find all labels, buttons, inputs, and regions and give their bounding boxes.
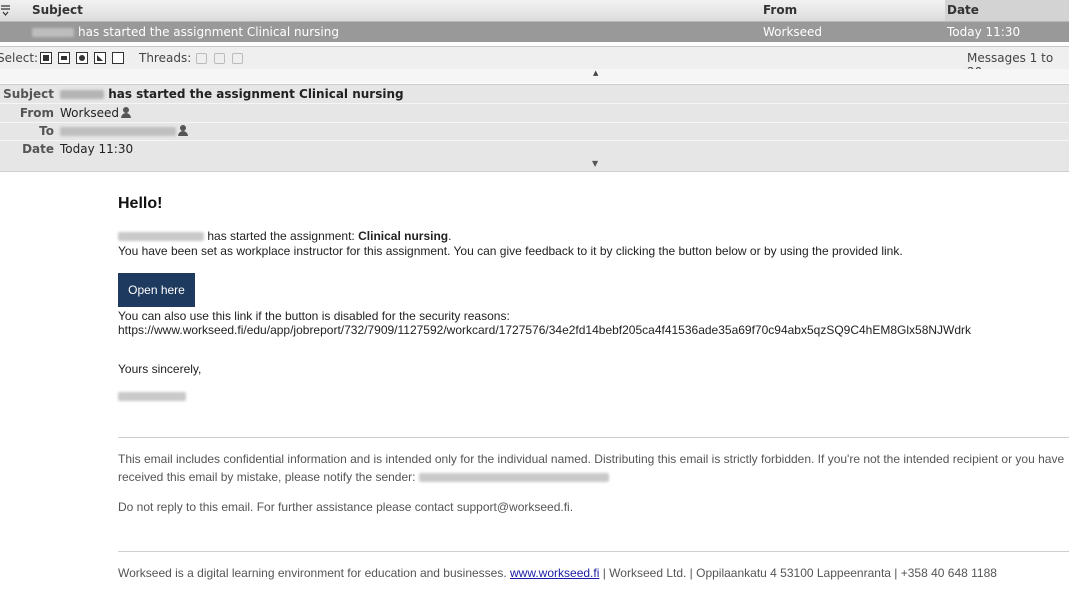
header-date-value: Today 11:30 xyxy=(60,142,134,156)
redacted-student-name xyxy=(118,232,204,242)
signature-redacted xyxy=(118,389,186,403)
header-subject-label: Subject xyxy=(3,87,54,101)
header-to-row: To xyxy=(0,122,1069,141)
footer-website-link[interactable]: www.workseed.fi xyxy=(510,566,599,580)
select-current-page-icon[interactable] xyxy=(58,52,70,64)
assignment-name: Clinical nursing xyxy=(358,229,449,243)
threads-all-icon[interactable] xyxy=(196,53,207,64)
confidential-notice: This email includes confidential informa… xyxy=(118,450,1069,486)
divider-1 xyxy=(118,437,1069,438)
header-subject-value: has started the assignment Clinical nurs… xyxy=(60,87,404,101)
confidential-line-1: This email includes confidential informa… xyxy=(118,452,1065,466)
greeting: Hello! xyxy=(118,195,163,212)
row-subject: has started the assignment Clinical nurs… xyxy=(78,25,339,39)
row-from: Workseed xyxy=(763,25,823,39)
column-subject[interactable]: Subject xyxy=(32,3,83,17)
open-here-button[interactable]: Open here xyxy=(118,273,195,307)
list-toolbar: Select: Threads: Messages 1 to 20 xyxy=(0,46,1069,79)
period: . xyxy=(448,229,452,243)
contact-icon-to[interactable] xyxy=(178,125,188,136)
header-date-label: Date xyxy=(22,142,54,156)
select-invert-icon[interactable] xyxy=(94,52,106,64)
select-none-icon[interactable] xyxy=(112,52,124,64)
footer-company-info: | Workseed Ltd. | Oppilaankatu 4 53100 L… xyxy=(602,566,997,580)
header-date-row: Date Today 11:30 xyxy=(0,140,1069,158)
column-options-icon[interactable] xyxy=(0,4,11,16)
header-from-label: From xyxy=(19,106,54,120)
started-text: has started the assignment: xyxy=(207,229,355,243)
header-to-label: To xyxy=(39,124,54,138)
message-row-selected[interactable]: has started the assignment Clinical nurs… xyxy=(0,22,1069,42)
instructor-text: You have been set as workplace instructo… xyxy=(118,244,903,258)
column-from[interactable]: From xyxy=(763,3,797,17)
header-subject-text: has started the assignment Clinical nurs… xyxy=(108,87,404,101)
link-intro: You can also use this link if the button… xyxy=(118,309,510,323)
select-unread-icon[interactable] xyxy=(76,52,88,64)
message-list-header: Subject From Date xyxy=(0,0,1069,22)
header-from-value[interactable]: Workseed xyxy=(60,106,132,120)
column-date-label: Date xyxy=(947,3,979,17)
footer-text: Workseed is a digital learning environme… xyxy=(118,566,507,580)
header-from-text: Workseed xyxy=(60,106,120,120)
row-date: Today 11:30 xyxy=(947,25,1021,39)
select-all-icon[interactable] xyxy=(40,52,52,64)
row-sender-redacted xyxy=(32,25,74,39)
divider-2 xyxy=(118,551,1069,552)
redacted-name xyxy=(60,90,104,99)
header-from-row: From Workseed xyxy=(0,104,1069,123)
pane-splitter[interactable]: ▲ xyxy=(0,69,1069,83)
expand-headers-icon[interactable]: ▼ xyxy=(592,159,598,168)
threads-expand-icon[interactable] xyxy=(214,53,225,64)
collapse-up-icon[interactable]: ▲ xyxy=(593,69,598,77)
workcard-link[interactable]: https://www.workseed.fi/edu/app/jobrepor… xyxy=(118,323,971,337)
header-subject-row: Subject has started the assignment Clini… xyxy=(0,85,1069,104)
threads-label: Threads: xyxy=(139,51,192,65)
header-to-value[interactable] xyxy=(60,124,188,138)
noreply-notice: Do not reply to this email. For further … xyxy=(118,500,574,514)
closing: Yours sincerely, xyxy=(118,362,202,376)
column-date[interactable]: Date xyxy=(945,0,1069,21)
intro-paragraph: has started the assignment: Clinical nur… xyxy=(118,229,903,259)
message-headers: Subject has started the assignment Clini… xyxy=(0,84,1069,172)
select-label: Select: xyxy=(0,51,39,65)
footer: Workseed is a digital learning environme… xyxy=(118,566,997,580)
redacted-sender-email xyxy=(418,473,609,483)
link-paragraph: You can also use this link if the button… xyxy=(118,309,971,337)
confidential-line-2: received this email by mistake, please n… xyxy=(118,470,416,484)
redacted-email xyxy=(60,127,176,136)
contact-icon[interactable] xyxy=(121,107,132,118)
threads-collapse-icon[interactable] xyxy=(232,53,243,64)
